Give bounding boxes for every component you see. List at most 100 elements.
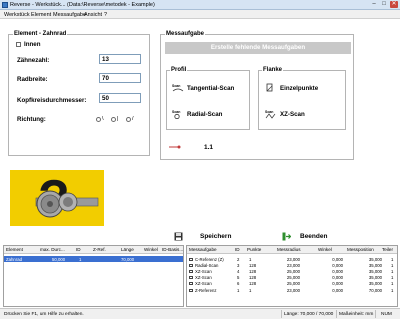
tangential-scan-button[interactable]: Scan Tangential-Scan xyxy=(172,83,234,93)
status-length: Länge: 70,000 / 70,000 xyxy=(284,311,334,317)
element-table[interactable]: Element max. Durc... ID Z-Ref. Länge Win… xyxy=(3,245,184,307)
table-cell: 4 xyxy=(237,268,240,274)
table-cell: XZ-Scan xyxy=(195,268,212,274)
tangential-scan-label: Tangential-Scan xyxy=(187,84,235,92)
column-header[interactable]: ID-Basis... xyxy=(162,247,183,252)
column-header[interactable]: Z-Ref. xyxy=(93,247,106,252)
floppy-disk-icon xyxy=(174,232,183,241)
column-header[interactable]: Messradius xyxy=(277,247,301,252)
zaehnezahl-label: Zähnezahl: xyxy=(17,57,50,64)
table-cell: 23,000 xyxy=(286,256,300,262)
task-icon xyxy=(189,257,193,261)
generate-tasks-button[interactable]: Erstelle fehlende Messaufgaben xyxy=(165,42,351,54)
zaehnezahl-input[interactable]: 13 xyxy=(99,54,141,64)
table-row[interactable]: XZ-Scan 6 128 25,000 0,000 35,000 1 xyxy=(187,281,397,287)
flanke-legend: Flanke xyxy=(262,67,284,73)
kopfkreis-input[interactable]: 50 xyxy=(99,93,141,103)
einzelpunkte-icon xyxy=(265,83,277,93)
task-table[interactable]: Messaufgabe ID Punkte Messradius Winkel … xyxy=(186,245,398,307)
status-unit: Maßeinheit: mm xyxy=(339,311,374,317)
minimize-button[interactable]: – xyxy=(370,1,378,8)
task-icon xyxy=(189,269,193,273)
column-header[interactable]: Winkel xyxy=(318,247,332,252)
element-table-header: Element max. Durc... ID Z-Ref. Länge Win… xyxy=(4,246,183,254)
table-row[interactable]: C-Referenz (Z) 2 1 23,000 0,000 35,000 1 xyxy=(187,256,397,262)
table-cell: 70,000 xyxy=(368,287,382,293)
table-row[interactable]: Z-Referenz 1 1 23,000 0,000 70,000 1 xyxy=(187,287,397,293)
task-icon xyxy=(189,263,193,267)
save-button[interactable]: Speichern xyxy=(174,232,231,241)
table-row[interactable]: Radial-Scan 3 128 23,000 0,000 35,000 1 xyxy=(187,262,397,268)
table-cell: 50,000 xyxy=(52,256,66,262)
task-icon xyxy=(189,282,193,286)
einzelpunkte-button[interactable]: Einzelpunkte xyxy=(265,83,318,93)
gear-image: ? xyxy=(10,170,104,228)
task-table-header: Messaufgabe ID Punkte Messradius Winkel … xyxy=(187,246,397,254)
innen-checkbox[interactable] xyxy=(16,42,21,47)
table-cell: 0,000 xyxy=(332,268,343,274)
table-row[interactable]: XZ-Scan 5 128 25,000 0,000 35,000 1 xyxy=(187,275,397,281)
menu-messaufgabe[interactable]: Messaufgabe xyxy=(53,12,86,18)
column-header[interactable]: Winkel xyxy=(144,247,158,252)
table-cell: 25,000 xyxy=(286,281,300,287)
table-cell: 1 xyxy=(391,287,394,293)
table-cell: 1 xyxy=(391,256,394,262)
radbreite-input[interactable]: 70 xyxy=(99,73,141,83)
column-header[interactable]: Teiler xyxy=(382,247,393,252)
column-header[interactable]: ID xyxy=(235,247,240,252)
status-separator xyxy=(281,310,282,318)
table-cell: 1 xyxy=(249,256,252,262)
column-header[interactable]: Messaufgabe xyxy=(189,247,217,252)
table-row[interactable]: XZ-Scan 4 128 25,000 0,000 35,000 1 xyxy=(187,268,397,274)
table-cell: 3 xyxy=(237,262,240,268)
richtung-straight-radio[interactable] xyxy=(111,117,116,122)
richtung-right-symbol: / xyxy=(132,116,134,122)
table-cell: 1 xyxy=(391,268,394,274)
flanke-groupbox: Flanke xyxy=(258,67,346,130)
maximize-button[interactable]: □ xyxy=(380,1,388,8)
tangential-scan-icon: Scan xyxy=(172,83,184,93)
menu-ansicht[interactable]: Ansicht xyxy=(84,12,102,18)
radial-scan-label: Radial-Scan xyxy=(187,110,223,118)
xz-scan-icon: Scan xyxy=(265,109,277,119)
table-cell: 1 xyxy=(237,287,240,293)
table-cell: Radial-Scan xyxy=(195,262,219,268)
table-row[interactable]: Zahnrad 50,000 1 70,000 xyxy=(4,256,183,262)
exit-label: Beenden xyxy=(300,233,328,240)
status-num: NUM xyxy=(381,311,392,317)
menu-werkstueck[interactable]: Werkstück xyxy=(4,12,30,18)
radial-scan-button[interactable]: Scan Radial-Scan xyxy=(172,109,223,120)
richtung-right-radio[interactable] xyxy=(126,117,131,122)
menu-help[interactable]: ? xyxy=(104,12,107,18)
table-cell: 128 xyxy=(249,268,257,274)
column-header[interactable]: max. Durc... xyxy=(40,247,65,252)
exit-button[interactable]: Beenden xyxy=(282,232,327,241)
table-cell: 0,000 xyxy=(332,275,343,281)
title-bar: Reverse - Werkstück... (Data:\Reverse\me… xyxy=(0,0,400,10)
element-legend: Element - Zahnrad xyxy=(13,31,68,37)
richtung-left-radio[interactable] xyxy=(96,117,101,122)
status-separator xyxy=(375,310,376,318)
table-cell: 5 xyxy=(237,275,240,281)
table-cell: 35,000 xyxy=(368,262,382,268)
close-button[interactable]: ✕ xyxy=(390,1,398,8)
exit-door-icon xyxy=(282,232,291,241)
column-header[interactable]: Länge xyxy=(121,247,134,252)
scan-icon-text: Scan xyxy=(172,84,180,88)
table-cell: 35,000 xyxy=(368,275,382,281)
table-cell: 0,000 xyxy=(332,281,343,287)
table-cell: 0,000 xyxy=(332,262,343,268)
column-header[interactable]: Punkte xyxy=(247,247,261,252)
menu-element[interactable]: Element xyxy=(31,12,51,18)
scan-icon-text: Scan xyxy=(265,110,273,114)
column-header[interactable]: Element xyxy=(6,247,23,252)
column-header[interactable]: Messposition xyxy=(347,247,374,252)
column-header[interactable]: ID xyxy=(76,247,81,252)
profil-legend: Profil xyxy=(170,67,188,73)
xz-scan-button[interactable]: Scan XZ-Scan xyxy=(265,109,305,119)
richtung-left-symbol: \ xyxy=(102,116,104,122)
richtung-straight-symbol: | xyxy=(117,116,119,122)
task-icon xyxy=(189,288,193,292)
table-cell: 35,000 xyxy=(368,256,382,262)
table-cell: 35,000 xyxy=(368,281,382,287)
